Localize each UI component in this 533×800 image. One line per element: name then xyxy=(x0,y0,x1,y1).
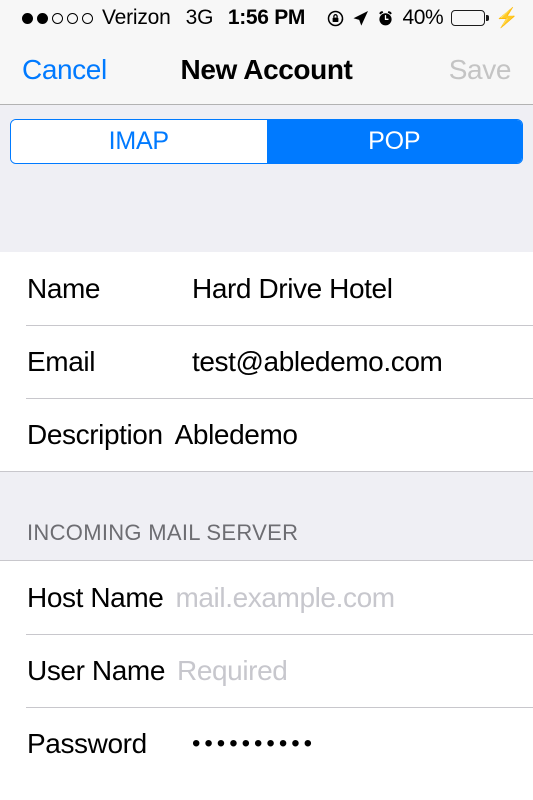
battery-percent-label: 40% xyxy=(402,6,444,29)
user-name-label: User Name xyxy=(27,654,165,686)
carrier-label: Verizon xyxy=(102,6,171,29)
host-name-field[interactable]: mail.example.com xyxy=(175,582,533,614)
incoming-mail-server-section: Host Name mail.example.com User Name Req… xyxy=(0,561,533,780)
password-label: Password xyxy=(27,727,147,759)
section-gap xyxy=(0,179,533,252)
description-field[interactable]: Abledemo xyxy=(175,419,533,451)
segmented-control-area: IMAP POP xyxy=(0,105,533,179)
row-email[interactable]: Email test@abledemo.com xyxy=(0,325,533,398)
cancel-button[interactable]: Cancel xyxy=(22,54,107,86)
description-label: Description xyxy=(27,418,163,450)
battery-icon xyxy=(451,10,486,26)
section-header-label: INCOMING MAIL SERVER xyxy=(27,520,299,545)
row-name[interactable]: Name Hard Drive Hotel xyxy=(0,252,533,325)
account-info-section: Name Hard Drive Hotel Email test@abledem… xyxy=(0,252,533,471)
user-name-field[interactable]: Required xyxy=(177,655,533,687)
network-type-label: 3G xyxy=(185,6,214,29)
rotation-lock-icon xyxy=(327,10,344,27)
email-label: Email xyxy=(27,345,96,377)
name-label: Name xyxy=(27,272,101,304)
name-field[interactable]: Hard Drive Hotel xyxy=(192,273,533,305)
account-type-segmented-control[interactable]: IMAP POP xyxy=(10,119,523,164)
navigation-bar: Cancel New Account Save xyxy=(0,36,533,105)
alarm-clock-icon xyxy=(377,10,394,27)
status-bar-right: 40% ⚡ xyxy=(327,6,519,30)
row-description[interactable]: Description Abledemo xyxy=(0,398,533,471)
segment-pop[interactable]: POP xyxy=(266,120,522,163)
status-bar-left: Verizon 3G xyxy=(22,6,213,30)
row-user-name[interactable]: User Name Required xyxy=(0,634,533,707)
email-field[interactable]: test@abledemo.com xyxy=(192,346,533,378)
password-field[interactable]: •••••••••• xyxy=(192,731,533,756)
lightning-bolt-icon: ⚡ xyxy=(495,7,519,29)
location-arrow-icon xyxy=(352,10,369,27)
incoming-mail-server-header: INCOMING MAIL SERVER xyxy=(0,471,533,561)
save-button[interactable]: Save xyxy=(449,54,512,86)
row-password[interactable]: Password •••••••••• xyxy=(0,707,533,780)
status-bar: Verizon 3G 1:56 PM 40% ⚡ xyxy=(0,0,533,36)
row-host-name[interactable]: Host Name mail.example.com xyxy=(0,561,533,634)
segment-imap[interactable]: IMAP xyxy=(11,120,267,163)
host-name-label: Host Name xyxy=(27,581,164,613)
signal-strength-icon xyxy=(22,12,93,24)
